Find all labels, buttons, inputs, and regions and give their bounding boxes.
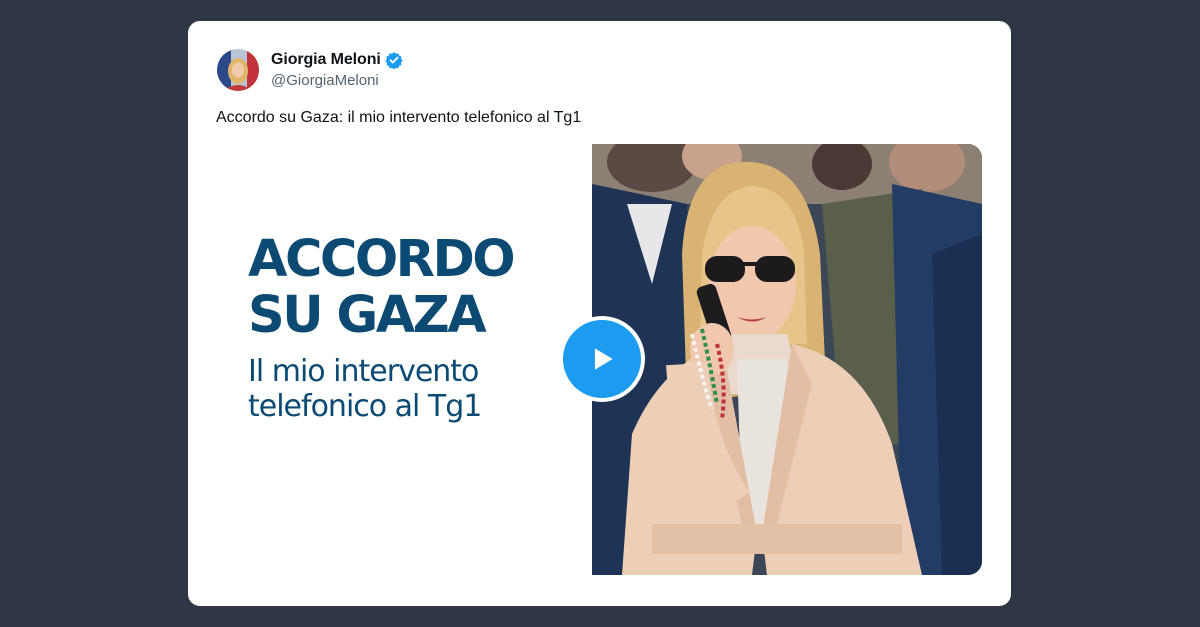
headline-line-1: ACCORDO [248,230,516,289]
play-button[interactable] [559,316,645,402]
play-button-inner[interactable] [563,320,641,398]
subtitle-line-2: telefonico al Tg1 [248,389,482,424]
video-thumbnail-photo [592,144,982,575]
subtitle-line-1: Il mio intervento [248,354,479,389]
author-handle[interactable]: @GiorgiaMeloni [271,72,379,89]
play-icon [594,348,613,370]
tweet-card[interactable]: Giorgia Meloni @GiorgiaMeloni Accordo su… [188,21,1011,606]
video-thumbnail-text: ACCORDO SU GAZA Il mio intervento telefo… [248,230,588,425]
headline-line-2: SU GAZA [248,286,487,345]
author-row: Giorgia Meloni [271,51,403,69]
avatar[interactable] [217,49,259,91]
author-name[interactable]: Giorgia Meloni [271,51,381,69]
verified-badge-icon [385,52,403,69]
tweet-text: Accordo su Gaza: il mio intervento telef… [216,109,582,126]
avatar-image [217,49,259,91]
video-media[interactable]: ACCORDO SU GAZA Il mio intervento telefo… [216,144,982,575]
